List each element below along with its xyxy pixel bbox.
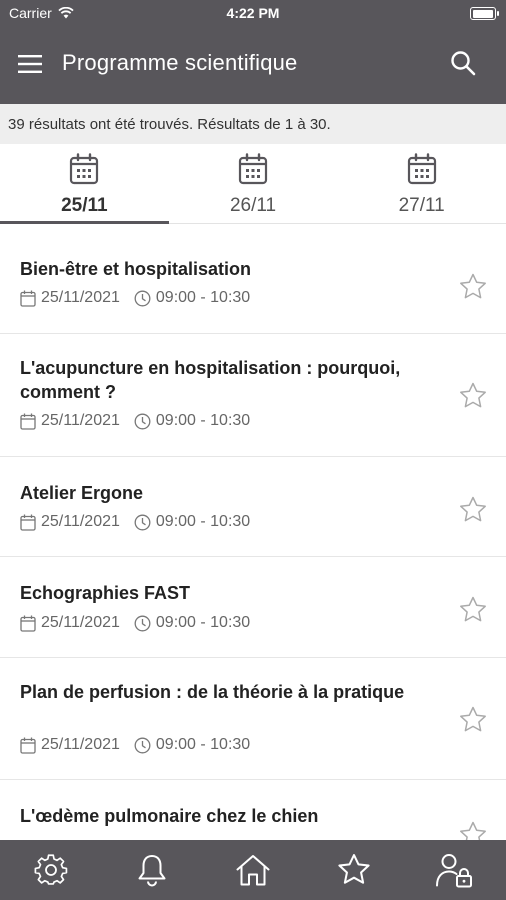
battery-icon <box>470 7 499 20</box>
tab-26-11[interactable]: 26/11 <box>169 144 338 223</box>
session-title: Bien-être et hospitalisation <box>20 259 252 279</box>
session-time: 09:00 - 10:30 <box>155 513 251 530</box>
session-meta: 25/11/2021 09:00 - 10:30 <box>20 614 250 632</box>
hamburger-menu-icon[interactable] <box>18 52 42 76</box>
session-time: 09:00 - 10:30 <box>155 614 251 631</box>
favorite-star-icon[interactable] <box>458 705 488 735</box>
session-date: 25/11/2021 <box>41 614 120 631</box>
search-icon[interactable] <box>450 50 476 76</box>
clock-icon <box>134 290 151 306</box>
session-title: Plan de perfusion : de la théorie à la p… <box>20 682 405 702</box>
session-title: Atelier Ergone <box>20 483 144 503</box>
calendar-small-icon <box>20 737 36 754</box>
home-button[interactable] <box>233 850 273 890</box>
account-button[interactable] <box>435 850 475 890</box>
calendar-small-icon <box>20 615 36 632</box>
session-meta: 25/11/2021 09:00 - 10:30 <box>20 736 250 754</box>
favorite-star-icon[interactable] <box>458 381 488 411</box>
page-title: Programme scientifique <box>62 50 298 75</box>
calendar-icon <box>70 153 99 185</box>
session-list[interactable]: Bien-être et hospitalisation 25/11/2021 … <box>0 225 506 840</box>
session-title: Echographies FAST <box>20 583 191 603</box>
favorite-star-icon[interactable] <box>458 272 488 302</box>
session-title: L'œdème pulmonaire chez le chien <box>20 806 319 826</box>
session-item[interactable]: L'œdème pulmonaire chez le chien <box>0 780 506 840</box>
clock-icon <box>134 737 151 753</box>
clock-icon <box>134 514 151 530</box>
session-time: 09:00 - 10:30 <box>155 289 251 306</box>
session-item[interactable]: Echographies FAST 25/11/2021 09:00 - 10:… <box>0 557 506 658</box>
tab-27-11[interactable]: 27/11 <box>337 144 506 223</box>
session-meta: 25/11/2021 09:00 - 10:30 <box>20 513 250 531</box>
session-meta: 25/11/2021 09:00 - 10:30 <box>20 412 250 430</box>
settings-button[interactable] <box>31 850 71 890</box>
notifications-bell-icon <box>138 855 166 887</box>
favorite-star-icon[interactable] <box>458 595 488 625</box>
calendar-small-icon <box>20 290 36 307</box>
favorites-button[interactable] <box>334 850 374 890</box>
tab-label: 27/11 <box>398 195 445 216</box>
favorite-star-icon[interactable] <box>458 820 488 840</box>
session-item[interactable]: Bien-être et hospitalisation 25/11/2021 … <box>0 225 506 334</box>
settings-gear-icon <box>34 854 67 885</box>
session-time: 09:00 - 10:30 <box>155 736 251 753</box>
calendar-icon <box>238 153 268 185</box>
session-date: 25/11/2021 <box>41 289 120 306</box>
session-date: 25/11/2021 <box>41 513 120 530</box>
notifications-button[interactable] <box>132 850 172 890</box>
home-icon <box>236 855 270 886</box>
date-tabs: 25/11 26/11 27/11 <box>0 144 506 224</box>
calendar-small-icon <box>20 413 36 430</box>
session-title: L'acupuncture en hospitalisation : pourq… <box>20 358 401 402</box>
session-date: 25/11/2021 <box>41 736 120 753</box>
session-item[interactable]: L'acupuncture en hospitalisation : pourq… <box>0 334 506 457</box>
session-item[interactable]: Atelier Ergone 25/11/2021 09:00 - 10:30 <box>0 457 506 557</box>
tab-25-11[interactable]: 25/11 <box>0 144 169 224</box>
session-item[interactable]: Plan de perfusion : de la théorie à la p… <box>0 658 506 780</box>
calendar-icon <box>407 153 436 185</box>
user-lock-icon <box>436 854 473 888</box>
clock-icon <box>134 413 151 429</box>
session-date: 25/11/2021 <box>41 412 120 429</box>
calendar-small-icon <box>20 514 36 531</box>
tab-label: 26/11 <box>229 195 277 216</box>
clock-icon <box>134 615 151 631</box>
tab-label: 25/11 <box>61 195 108 216</box>
bottom-nav <box>0 840 506 900</box>
status-bar: Carrier 4:22 PM <box>0 0 506 28</box>
session-time: 09:00 - 10:30 <box>155 412 251 429</box>
app-header: Programme scientifique <box>0 28 506 104</box>
results-count: 39 résultats ont été trouvés. Résultats … <box>0 104 506 144</box>
favorites-star-icon <box>338 853 370 884</box>
session-meta: 25/11/2021 09:00 - 10:30 <box>20 289 250 307</box>
clock: 4:22 PM <box>226 5 280 21</box>
favorite-star-icon[interactable] <box>458 495 488 525</box>
